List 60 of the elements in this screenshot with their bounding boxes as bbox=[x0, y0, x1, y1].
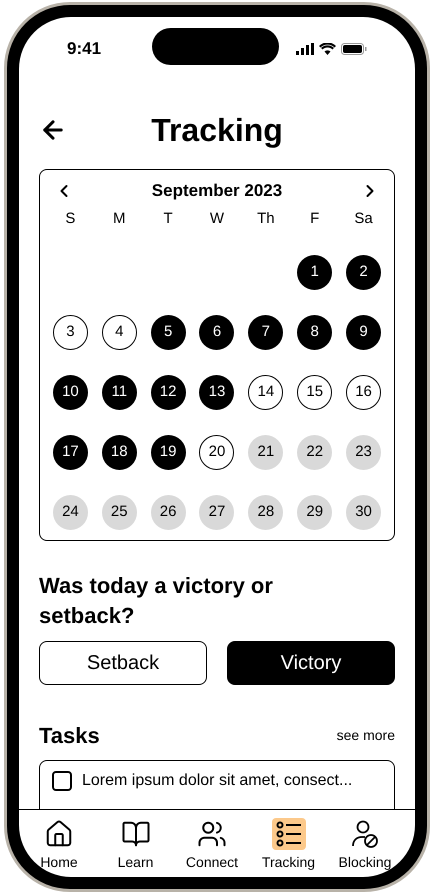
page-title: Tracking bbox=[151, 111, 283, 150]
calendar-day[interactable]: 12 bbox=[150, 375, 186, 410]
calendar-day[interactable]: 30 bbox=[346, 495, 382, 530]
weekday-label: M bbox=[113, 208, 126, 228]
calendar-day[interactable]: 23 bbox=[346, 435, 382, 470]
calendar-day[interactable]: 20 bbox=[199, 435, 234, 470]
calendar-day[interactable]: 29 bbox=[297, 495, 332, 530]
calendar-day[interactable]: 14 bbox=[248, 375, 284, 410]
calendar-day[interactable]: 5 bbox=[150, 315, 186, 350]
calendar-day[interactable]: 1 bbox=[297, 255, 332, 290]
calendar-day[interactable]: 8 bbox=[297, 315, 332, 350]
people-icon bbox=[197, 819, 227, 849]
calendar-day[interactable]: 13 bbox=[199, 375, 234, 410]
status-time: 9:41 bbox=[67, 38, 102, 60]
calendar-day[interactable]: 25 bbox=[102, 495, 137, 530]
choice-button[interactable]: Victory bbox=[227, 641, 395, 685]
nav-tab[interactable]: Connect bbox=[176, 818, 248, 873]
weekday-label: W bbox=[210, 208, 224, 228]
nav-tab[interactable]: Learn bbox=[100, 818, 172, 873]
user-block-icon bbox=[350, 819, 380, 849]
nav-tab[interactable]: Tracking bbox=[252, 818, 324, 873]
calendar-day[interactable]: 19 bbox=[150, 435, 186, 470]
month-label: September 2023 bbox=[152, 180, 282, 202]
see-more-link[interactable]: see more bbox=[336, 725, 395, 746]
task-text: Lorem ipsum dolor sit amet, consect... bbox=[82, 771, 352, 791]
weekday-label: F bbox=[310, 208, 320, 228]
calendar-day[interactable]: 11 bbox=[102, 375, 137, 410]
calendar-day[interactable]: 17 bbox=[52, 435, 88, 470]
battery-icon bbox=[341, 43, 367, 55]
weekday-label: S bbox=[65, 208, 76, 228]
calendar-day[interactable]: 21 bbox=[248, 435, 284, 470]
task-checkbox[interactable] bbox=[52, 771, 72, 791]
nav-tab[interactable]: Home bbox=[23, 818, 95, 873]
list-icon bbox=[274, 819, 304, 849]
calendar-day[interactable]: 26 bbox=[150, 495, 186, 530]
calendar-day[interactable]: 27 bbox=[199, 495, 234, 530]
nav-tab[interactable]: Blocking bbox=[329, 818, 401, 873]
calendar-day[interactable]: 3 bbox=[52, 315, 88, 350]
tasks-heading: Tasks bbox=[39, 722, 100, 750]
question-text: Was today a victory or setback? bbox=[39, 572, 274, 630]
weekday-label: Sa bbox=[354, 208, 373, 228]
calendar-day[interactable]: 16 bbox=[346, 375, 382, 410]
house-icon bbox=[44, 819, 74, 849]
calendar-day[interactable]: 15 bbox=[297, 375, 332, 410]
weekday-label: Th bbox=[257, 208, 275, 228]
calendar-day[interactable]: 2 bbox=[346, 255, 382, 290]
calendar-day[interactable]: 9 bbox=[346, 315, 382, 350]
weekday-label: T bbox=[164, 208, 173, 228]
calendar-day[interactable]: 24 bbox=[52, 495, 88, 530]
signal-icon bbox=[296, 43, 314, 55]
book-icon bbox=[120, 819, 150, 849]
wifi-icon bbox=[319, 43, 336, 55]
calendar-day[interactable]: 4 bbox=[102, 315, 137, 350]
calendar-day[interactable]: 28 bbox=[248, 495, 284, 530]
calendar-day[interactable]: 7 bbox=[248, 315, 284, 350]
choice-button[interactable]: Setback bbox=[39, 641, 207, 685]
calendar-day[interactable]: 6 bbox=[199, 315, 234, 350]
calendar-day[interactable]: 22 bbox=[297, 435, 332, 470]
calendar-day[interactable]: 18 bbox=[102, 435, 137, 470]
calendar-day[interactable]: 10 bbox=[52, 375, 88, 410]
